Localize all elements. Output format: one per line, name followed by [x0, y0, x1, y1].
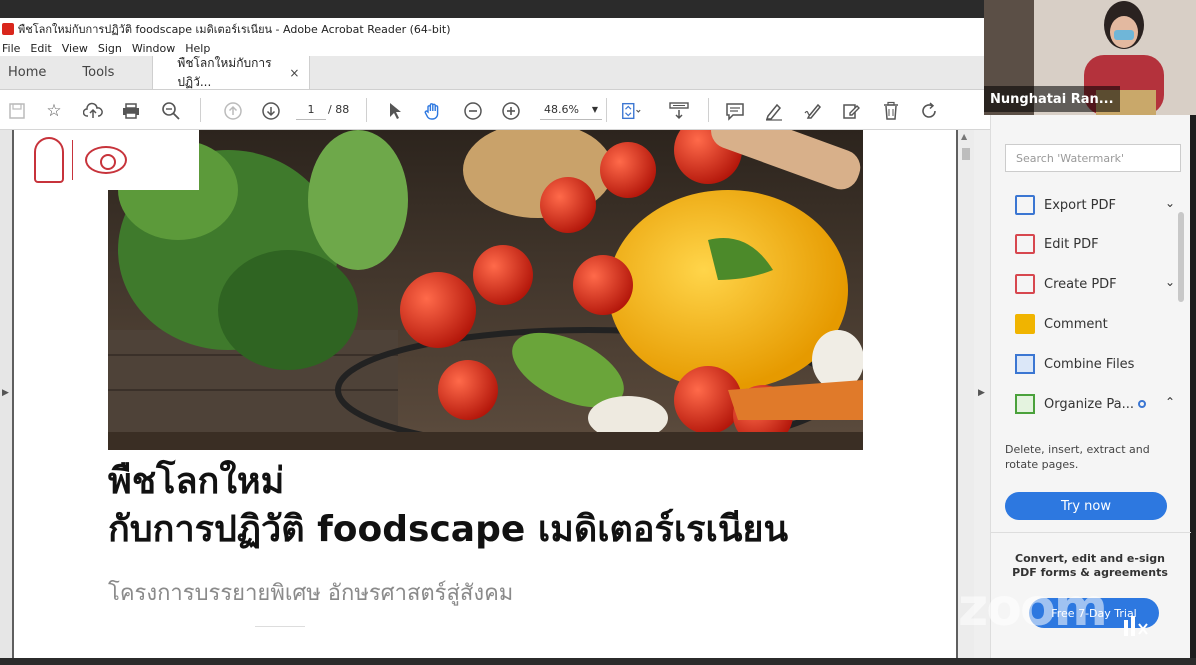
tab-document[interactable]: พืชโลกใหม่กับการปฏิวั... × [152, 55, 311, 89]
mic-muted-icon [1120, 614, 1148, 642]
menu-sign[interactable]: Sign [98, 42, 122, 55]
chevron-right-icon: ▶ [978, 388, 985, 398]
toolbar-separator [606, 98, 607, 122]
new-feature-icon [1138, 400, 1146, 408]
toolbar-separator [708, 98, 709, 122]
try-now-button[interactable]: Try now [1005, 492, 1167, 520]
university-seal-icon [34, 137, 64, 183]
tool-organize-pages[interactable]: Organize Pa... ⌃ [1015, 390, 1175, 418]
menu-edit[interactable]: Edit [30, 42, 51, 55]
comment-tool-icon [1015, 314, 1035, 334]
bottom-strip [0, 658, 1196, 665]
zoom-level-select[interactable]: 48.6% ▼ [540, 100, 602, 120]
organize-description: Delete, insert, extract and rotate pages… [1005, 443, 1150, 471]
faculty-logo [14, 130, 199, 190]
eye-logo-icon [85, 146, 127, 174]
scroll-mode-icon[interactable] [668, 100, 690, 122]
tool-combine-files[interactable]: Combine Files [1015, 350, 1175, 378]
logo-divider [72, 140, 73, 180]
participant-name: Nunghatai Ran... [984, 86, 1120, 112]
acrobat-app-icon [2, 23, 14, 35]
export-pdf-icon [1015, 195, 1035, 215]
promo-text: Convert, edit and e-sign PDF forms & agr… [1012, 552, 1168, 579]
combine-files-icon [1015, 354, 1035, 374]
scroll-up-icon[interactable]: ▲ [961, 132, 967, 141]
organize-pages-icon [1015, 394, 1035, 414]
title-bar: พืชโลกใหม่กับการปฏิวัติ foodscape เมดิเต… [0, 18, 985, 40]
document-title-line1: พืชโลกใหม่ [108, 461, 285, 502]
participant-video[interactable]: Nunghatai Ran... [984, 0, 1196, 115]
chevron-down-icon[interactable]: ⌄ [1165, 275, 1175, 289]
tool-export-pdf-label: Export PDF [1044, 197, 1117, 213]
edit-pdf-icon [1015, 234, 1035, 254]
page-fit-icon[interactable] [620, 100, 642, 122]
document-title-line2: กับการปฏิวัติ foodscape เมดิเตอร์เรเนียน [108, 509, 789, 550]
tool-comment[interactable]: Comment [1015, 310, 1175, 338]
zoom-search-icon[interactable] [160, 100, 182, 122]
menu-file[interactable]: File [2, 42, 20, 55]
tool-export-pdf[interactable]: Export PDF ⌄ [1015, 191, 1175, 219]
tools-search-input[interactable]: Search 'Watermark' [1005, 144, 1181, 172]
chevron-right-icon: ▶ [2, 388, 9, 398]
panel-divider [991, 532, 1191, 533]
tools-pane-scrollbar[interactable] [1175, 172, 1187, 512]
save-icon[interactable] [6, 100, 28, 122]
toolbar-separator [200, 98, 201, 122]
toolbar-separator [366, 98, 367, 122]
draw-sign-icon[interactable] [802, 100, 824, 122]
page-down-icon[interactable] [260, 100, 282, 122]
zoom-out-icon[interactable] [462, 100, 484, 122]
fill-sign-icon[interactable] [840, 100, 862, 122]
rotate-icon[interactable] [918, 100, 940, 122]
window-title: พืชโลกใหม่กับการปฏิวัติ foodscape เมดิเต… [18, 23, 451, 36]
scrollbar-thumb[interactable] [962, 148, 970, 160]
vegetables-hero-image [108, 130, 863, 450]
select-cursor-icon[interactable] [384, 100, 406, 122]
tool-combine-files-label: Combine Files [1044, 356, 1135, 372]
tool-comment-label: Comment [1044, 316, 1108, 332]
tab-tools[interactable]: Tools [74, 56, 128, 89]
menu-view[interactable]: View [62, 42, 88, 55]
page-rule [255, 626, 305, 627]
page-total: / 88 [328, 103, 350, 116]
zoom-watermark: zoom [958, 578, 1108, 638]
chevron-up-icon[interactable]: ⌃ [1165, 395, 1175, 409]
document-viewport[interactable]: ▶ พืชโลกใหม่ กับการปฏิวัติ foodscape เมด… [0, 130, 990, 658]
close-tab-icon[interactable]: × [289, 66, 299, 80]
chevron-down-icon: ▼ [591, 105, 598, 114]
print-icon[interactable] [120, 100, 142, 122]
menu-bar: File Edit View Sign Window Help [0, 40, 985, 56]
comment-icon[interactable] [724, 100, 746, 122]
create-pdf-icon [1015, 274, 1035, 294]
zoom-level-value: 48.6% [544, 103, 579, 116]
tool-create-pdf[interactable]: Create PDF ⌄ [1015, 270, 1175, 298]
tool-edit-pdf[interactable]: Edit PDF [1015, 230, 1175, 258]
hand-tool-icon[interactable] [422, 100, 444, 122]
bookmark-star-icon[interactable]: ☆ [43, 100, 65, 122]
trash-icon[interactable] [880, 100, 902, 122]
menu-window[interactable]: Window [132, 42, 175, 55]
tab-home[interactable]: Home [0, 56, 60, 89]
tool-edit-pdf-label: Edit PDF [1044, 236, 1099, 252]
tool-create-pdf-label: Create PDF [1044, 276, 1117, 292]
tab-document-label: พืชโลกใหม่กับการปฏิวั... [177, 55, 272, 89]
page-up-icon[interactable] [222, 100, 244, 122]
zoom-in-icon[interactable] [500, 100, 522, 122]
page-number-input[interactable]: 1 [296, 100, 326, 120]
tools-pane: Search 'Watermark' Export PDF ⌄ Edit PDF… [990, 112, 1191, 658]
tools-pane-scroll-thumb[interactable] [1178, 212, 1184, 302]
document-subtitle: โครงการบรรยายพิเศษ อักษรศาสตร์สู่สังคม [108, 581, 514, 606]
tool-organize-pages-label: Organize Pa... [1044, 396, 1134, 412]
chevron-down-icon[interactable]: ⌄ [1165, 196, 1175, 210]
left-panel-toggle[interactable]: ▶ [0, 130, 12, 658]
highlight-pen-icon[interactable] [763, 100, 785, 122]
cloud-upload-icon[interactable] [82, 100, 104, 122]
screen: พืชโลกใหม่กับการปฏิวัติ foodscape เมดิเต… [0, 0, 1196, 665]
